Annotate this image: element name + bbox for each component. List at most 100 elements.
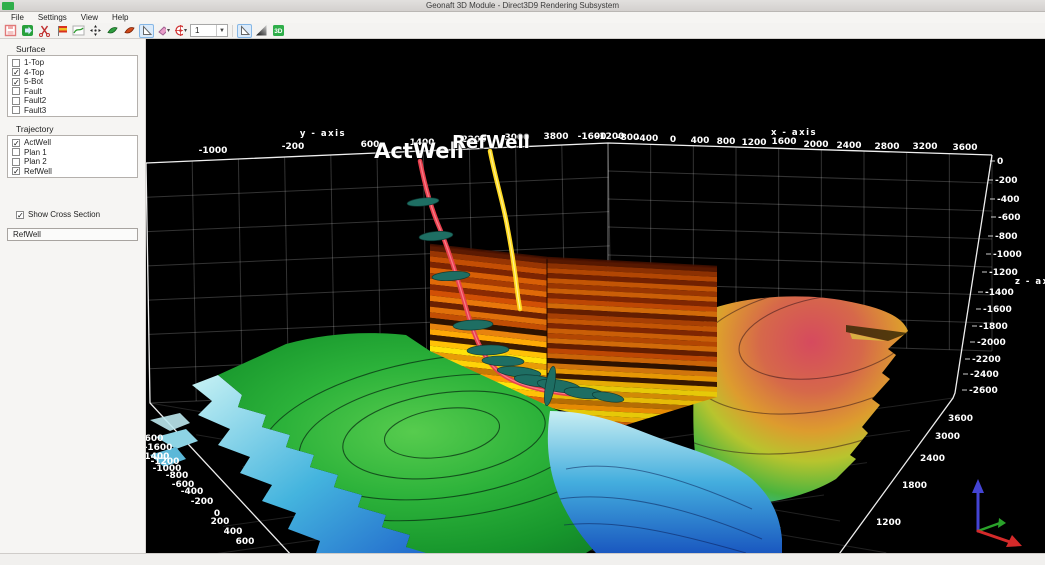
axis-tick-label: 0 bbox=[997, 157, 1003, 167]
status-bar bbox=[0, 553, 1045, 565]
axis-tick-label: 2800 bbox=[874, 142, 899, 152]
render-3d-icon: 3D bbox=[272, 24, 285, 37]
cut-button[interactable] bbox=[37, 24, 52, 38]
eraser-dropdown-caret[interactable]: ▾ bbox=[167, 27, 170, 34]
axis-tick-label: -600 bbox=[998, 213, 1021, 223]
axis-tick-label: 1800 bbox=[902, 481, 927, 491]
checkbox[interactable]: ✓ bbox=[16, 211, 24, 219]
surface-item-fault2[interactable]: Fault2 bbox=[10, 96, 137, 106]
axis-tick-label: 3600 bbox=[952, 143, 977, 153]
axis-tick-label: -1400 bbox=[985, 288, 1014, 298]
checkbox[interactable]: ✓ bbox=[12, 139, 20, 147]
main-area: Surface 1-Top✓4-Top✓5-BotFaultFault2Faul… bbox=[0, 39, 1045, 553]
3d-scene[interactable]: -1000-2006001400220030003800-1600-1200-8… bbox=[146, 39, 1045, 553]
axis-tick-label: -1000 bbox=[199, 146, 228, 156]
chevron-down-icon[interactable]: ▼ bbox=[216, 25, 227, 36]
menu-help[interactable]: Help bbox=[105, 13, 135, 22]
curve-button[interactable] bbox=[71, 24, 86, 38]
axis-tick-label: -1000 bbox=[993, 250, 1022, 260]
surface-group-label: Surface bbox=[16, 44, 145, 54]
show-cross-section-checkbox[interactable]: ✓ Show Cross Section bbox=[14, 210, 145, 220]
pan-points-button[interactable] bbox=[88, 24, 103, 38]
viewport-3d[interactable]: -1000-2006001400220030003800-1600-1200-8… bbox=[146, 39, 1045, 553]
surface-item-5-bot[interactable]: ✓ 5-Bot bbox=[10, 77, 137, 87]
cross-section-shade bbox=[547, 258, 717, 425]
axis-tick-label: -2600 bbox=[969, 386, 998, 396]
menu-view[interactable]: View bbox=[74, 13, 105, 22]
surface-green-button[interactable] bbox=[105, 24, 120, 38]
well-target-dropdown-caret[interactable]: ▾ bbox=[184, 27, 187, 34]
render-3d-button[interactable]: 3D bbox=[271, 24, 286, 38]
axis-tick-label: -1200 bbox=[989, 268, 1018, 278]
trajectory-item-refwell[interactable]: ✓ RefWell bbox=[10, 167, 137, 177]
checkbox[interactable]: ✓ bbox=[12, 167, 20, 175]
checkbox-label: RefWell bbox=[24, 167, 52, 176]
flag-button[interactable] bbox=[54, 24, 69, 38]
axis-tick-label: 800 bbox=[717, 137, 736, 147]
axis-tick-label: 2400 bbox=[836, 141, 861, 151]
well-label-refwell: RefWell bbox=[452, 132, 530, 153]
axis-tick-label: -2400 bbox=[970, 370, 999, 380]
checkbox[interactable] bbox=[12, 87, 20, 95]
surface-green-icon bbox=[106, 24, 119, 37]
view-select-combo[interactable]: 1 ▼ bbox=[190, 24, 228, 37]
app-window: Geonaft 3D Module - Direct3D9 Rendering … bbox=[0, 0, 1045, 565]
eraser-icon bbox=[157, 24, 166, 37]
axis-tick-label: 600 bbox=[236, 537, 255, 547]
import-surface-button[interactable] bbox=[20, 24, 35, 38]
checkbox-label: 1-Top bbox=[24, 58, 44, 67]
checkbox[interactable] bbox=[12, 158, 20, 166]
checkbox-label: Plan 1 bbox=[24, 148, 47, 157]
axis-tick-label: 200 bbox=[211, 517, 230, 527]
axis-tick-label: 400 bbox=[224, 527, 243, 537]
toolbar: ▾ ▾ 1 ▼ 3D bbox=[0, 23, 1045, 39]
curve-icon bbox=[72, 24, 85, 37]
axis-tick-label: 2000 bbox=[803, 140, 828, 150]
checkbox[interactable] bbox=[12, 97, 20, 105]
pan-points-icon bbox=[89, 24, 102, 37]
checkbox[interactable] bbox=[12, 106, 20, 114]
surface-item-1-top[interactable]: 1-Top bbox=[10, 58, 137, 68]
axis-tick-label: 3800 bbox=[543, 132, 568, 142]
save-button[interactable] bbox=[3, 24, 18, 38]
axis-tick-label: -200 bbox=[995, 176, 1018, 186]
checkbox-label: Plan 2 bbox=[24, 157, 47, 166]
axis-title: x - axis bbox=[771, 128, 817, 138]
surface-red-icon bbox=[123, 24, 136, 37]
surface-red-button[interactable] bbox=[122, 24, 137, 38]
checkbox-label: 5-Bot bbox=[24, 77, 43, 86]
trajectory-item-plan-2[interactable]: Plan 2 bbox=[10, 157, 137, 167]
checkbox-label: Fault bbox=[24, 87, 42, 96]
axis-tick-label: 1600 bbox=[771, 137, 796, 147]
ruler-icon bbox=[140, 24, 153, 37]
trajectory-list-padding bbox=[0, 178, 145, 200]
ruler-2-button[interactable] bbox=[237, 24, 252, 38]
surface-list: 1-Top✓4-Top✓ 5-BotFaultFault2Fault3 bbox=[7, 55, 138, 117]
trajectory-item-actwell[interactable]: ✓ActWell bbox=[10, 138, 137, 148]
well-target-button[interactable]: ▾ bbox=[173, 24, 188, 38]
checkbox[interactable]: ✓ bbox=[12, 78, 20, 86]
eraser-button[interactable]: ▾ bbox=[156, 24, 171, 38]
axis-tick-label: 3200 bbox=[912, 142, 937, 152]
axis-tick-label: 1200 bbox=[741, 138, 766, 148]
checkbox[interactable]: ✓ bbox=[12, 68, 20, 76]
cut-icon bbox=[38, 24, 51, 37]
ruler-button[interactable] bbox=[139, 24, 154, 38]
surface-item-4-top[interactable]: ✓4-Top bbox=[10, 68, 137, 78]
trajectory-list: ✓ActWellPlan 1Plan 2 ✓ RefWell bbox=[7, 135, 138, 178]
trajectory-group-label: Trajectory bbox=[16, 124, 145, 134]
axis-tick-label: -400 bbox=[181, 487, 204, 497]
gradient-fill-icon bbox=[255, 24, 268, 37]
surface-item-fault[interactable]: Fault bbox=[10, 87, 137, 97]
show-cross-section-label: Show Cross Section bbox=[28, 210, 100, 219]
trajectory-item-plan-1[interactable]: Plan 1 bbox=[10, 148, 137, 158]
checkbox[interactable] bbox=[12, 59, 20, 67]
checkbox[interactable] bbox=[12, 148, 20, 156]
axis-title: z - axis bbox=[1015, 277, 1045, 287]
menu-settings[interactable]: Settings bbox=[31, 13, 74, 22]
gradient-fill-button[interactable] bbox=[254, 24, 269, 38]
surface-item-fault3[interactable]: Fault3 bbox=[10, 106, 137, 116]
menu-bar: FileSettingsViewHelp bbox=[0, 12, 1045, 23]
reference-well-field[interactable]: RefWell bbox=[7, 228, 138, 241]
menu-file[interactable]: File bbox=[4, 13, 31, 22]
